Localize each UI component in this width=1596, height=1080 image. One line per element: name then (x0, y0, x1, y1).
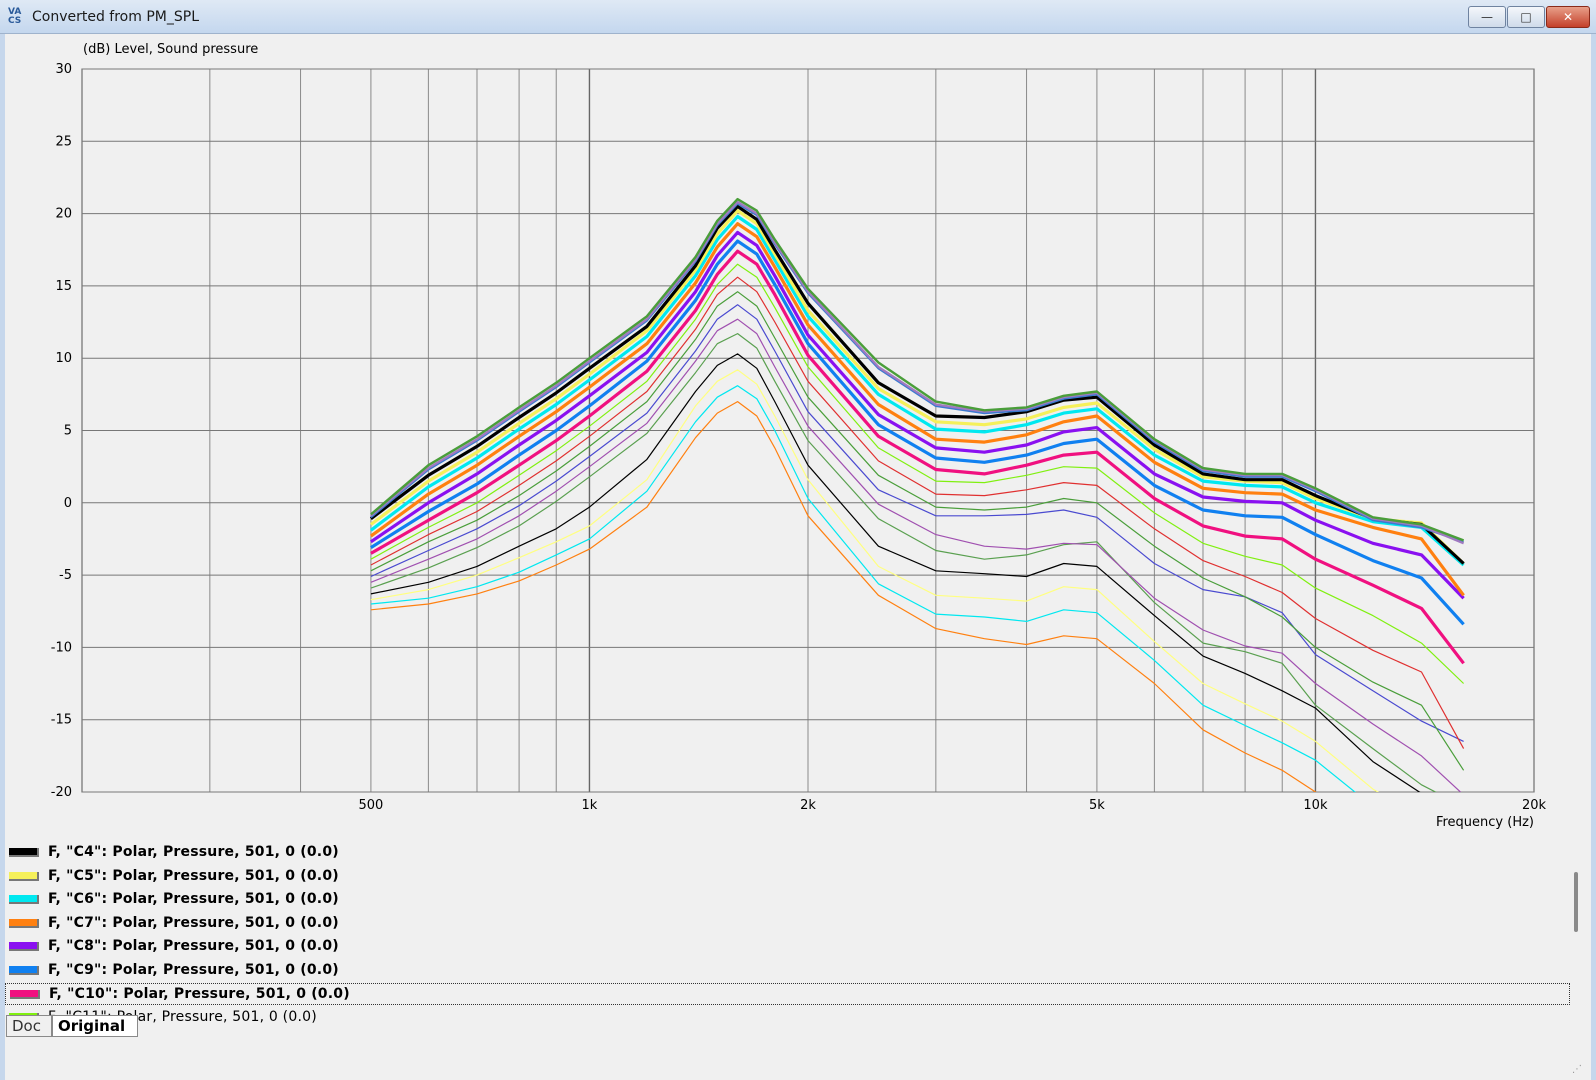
app-icon: VA CS (8, 8, 26, 26)
legend-item[interactable]: F, "C7": Polar, Pressure, 501, 0 (0.0) (5, 913, 1570, 935)
legend-label: F, "C7": Polar, Pressure, 501, 0 (0.0) (48, 914, 339, 931)
x-tick-labels: 500 1k 2k 5k 10k 20k (358, 798, 1546, 813)
legend-scrollbar-thumb[interactable] (1574, 872, 1578, 932)
window-titlebar: VA CS Converted from PM_SPL — □ ✕ (0, 0, 1596, 34)
legend-label: F, "C5": Polar, Pressure, 501, 0 (0.0) (48, 867, 339, 884)
y-tick-label: -10 (51, 640, 72, 655)
y-tick-label: 10 (55, 351, 72, 366)
legend-label: F, "C4": Polar, Pressure, 501, 0 (0.0) (48, 844, 339, 860)
legend-item[interactable]: F, "C11": Polar, Pressure, 501, 0 (0.0) (5, 1007, 1570, 1029)
y-tick-label: 5 (64, 424, 72, 439)
legend-item[interactable]: F, "C6": Polar, Pressure, 501, 0 (0.0) (5, 889, 1570, 911)
x-tick-label: 20k (1522, 798, 1547, 813)
y-tick-labels: 30 25 20 15 10 5 0 -5 -10 -15 -20 (51, 62, 72, 800)
window-frame-right (1591, 34, 1596, 1080)
maximize-button[interactable]: □ (1507, 6, 1545, 28)
legend-swatch (9, 871, 39, 881)
legend-swatch (9, 942, 39, 951)
tab-original[interactable]: Original (52, 1015, 138, 1037)
y-tick-label: -5 (59, 568, 72, 583)
legend-item[interactable]: F, "C9": Polar, Pressure, 501, 0 (0.0) (5, 960, 1570, 982)
legend-item[interactable]: F, "C4": Polar, Pressure, 501, 0 (0.0) (5, 842, 1570, 864)
x-axis-label: Frequency (Hz) (1436, 815, 1534, 830)
legend-swatch (9, 965, 39, 975)
resize-grip[interactable]: ⋰ (1572, 1064, 1586, 1076)
y-tick-label: 20 (55, 207, 72, 222)
x-tick-label: 10k (1303, 798, 1328, 813)
y-tick-label: 15 (55, 279, 72, 294)
legend-label: F, "C10": Polar, Pressure, 501, 0 (0.0) (49, 986, 350, 1002)
legend-item[interactable]: F, "C8": Polar, Pressure, 501, 0 (0.0) (5, 936, 1570, 958)
legend-list[interactable]: F, "C4": Polar, Pressure, 501, 0 (0.0) F,… (5, 842, 1575, 1032)
legend-label: F, "C9": Polar, Pressure, 501, 0 (0.0) (48, 961, 339, 978)
frequency-response-chart[interactable]: 302520151050-5-10-15-20 500 1k 2k 5k 10k 20k … (5, 34, 1591, 840)
legend-swatch (10, 990, 40, 999)
x-tick-label: 2k (800, 798, 816, 813)
legend-label: F, "C6": Polar, Pressure, 501, 0 (0.0) (48, 891, 339, 907)
legend-item[interactable]: F, "C10": Polar, Pressure, 501, 0 (0.0) (5, 983, 1570, 1005)
legend-label: F, "C8": Polar, Pressure, 501, 0 (0.0) (48, 938, 339, 954)
x-tick-label: 500 (358, 798, 383, 813)
legend-item[interactable]: F, "C5": Polar, Pressure, 501, 0 (0.0) (5, 866, 1570, 888)
y-tick-label: -20 (51, 785, 72, 800)
y-tick-label: 0 (64, 496, 72, 511)
x-tick-label: 5k (1089, 798, 1105, 813)
y-tick-label: -15 (51, 713, 72, 728)
app-icon-bottom-text: CS (8, 16, 22, 26)
y-axis-label: (dB) Level, Sound pressure (83, 42, 258, 57)
legend-swatch (9, 895, 39, 904)
y-tick-label: 25 (55, 134, 72, 149)
minimize-button[interactable]: — (1468, 6, 1506, 28)
legend-swatch (9, 848, 39, 857)
close-button[interactable]: ✕ (1546, 6, 1590, 28)
y-tick-label: 30 (55, 62, 72, 77)
x-tick-label: 1k (582, 798, 598, 813)
tab-doc[interactable]: Doc (6, 1015, 52, 1037)
legend-swatch (9, 918, 39, 928)
window-title: Converted from PM_SPL (32, 9, 199, 25)
